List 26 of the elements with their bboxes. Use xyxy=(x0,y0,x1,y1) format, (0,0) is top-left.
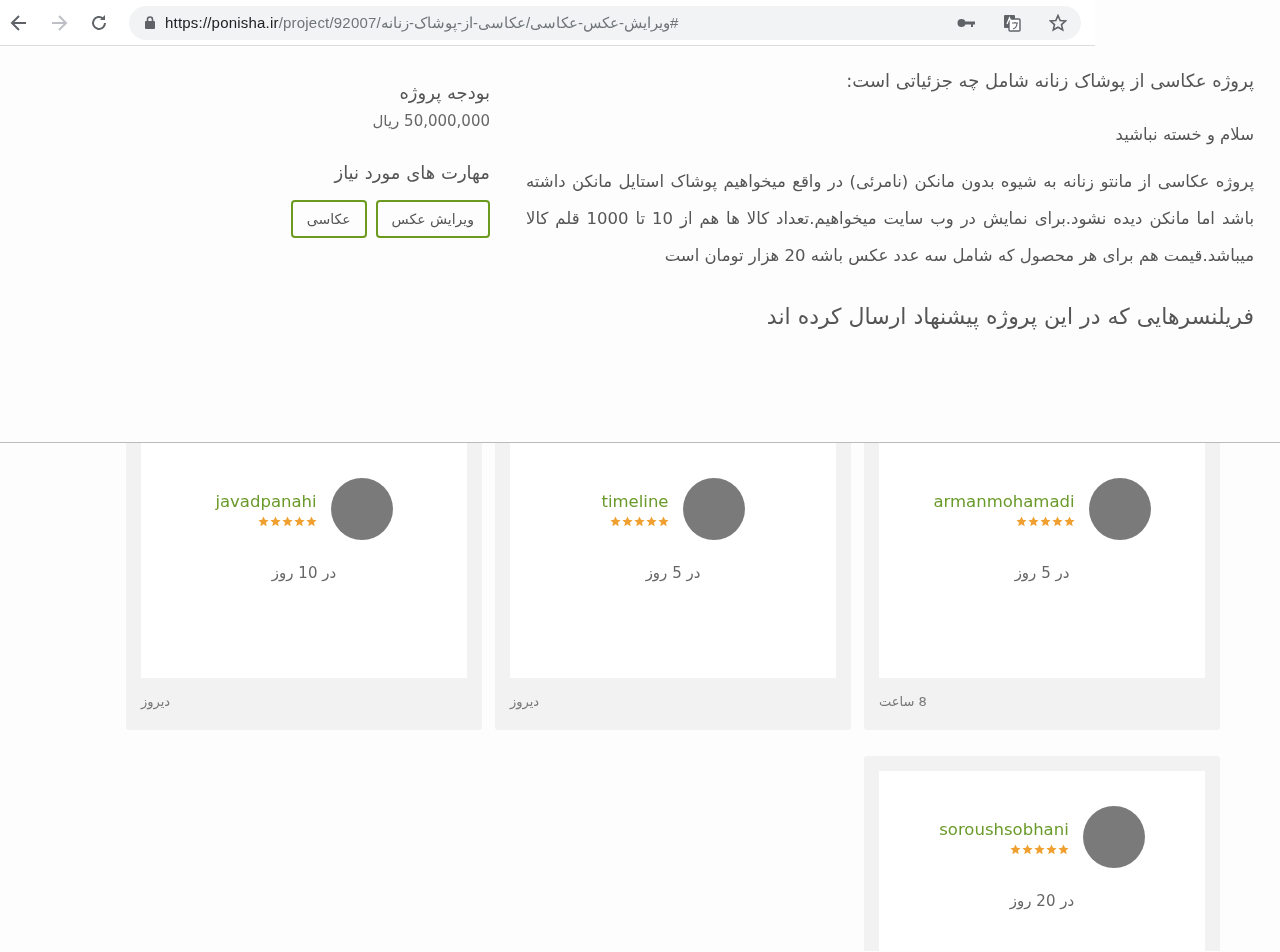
star-icon[interactable] xyxy=(1049,13,1067,32)
translate-icon[interactable] xyxy=(1003,13,1021,32)
description-text: پروژه عکاسی از مانتو زنانه به شیوه بدون مانکن (نامرئی) در واقع میخواهیم پوشاک استایل مانکن داشته باشد اما مانکن دیده نشود.برای نمایش در وب سایت میخواهیم.تعداد کالا ها هم از 10 تا 1000 قلم کالا میباشد.قیمت هم برای هر محصول که شامل سه عدد عکس باشه 20 هزار تومان است xyxy=(526,171,1254,268)
delivery-time: در 5 روز xyxy=(644,564,702,582)
budget-amount: 50,000,000 ریال xyxy=(371,112,490,130)
greeting-text: سلام و خسته نباشید xyxy=(1114,124,1254,147)
section-heading: فریلنسرهایی که در این پروژه پیشنهاد ارسال کرده اند xyxy=(765,303,1254,332)
skill-tag[interactable]: عکاسی xyxy=(290,200,367,238)
posted-time: دیروز xyxy=(141,693,171,709)
username-link[interactable]: timeline xyxy=(601,491,669,513)
skills-heading: مهارت های مورد نیاز xyxy=(332,161,490,186)
back-icon[interactable] xyxy=(9,12,29,33)
key-icon[interactable] xyxy=(957,17,975,28)
skill-tag[interactable]: ویرایش عکس xyxy=(375,200,490,238)
delivery-time: در 5 روز xyxy=(1013,564,1071,582)
budget-heading: بودجه پروژه xyxy=(398,81,490,106)
posted-time: 8 ساعت xyxy=(879,693,927,709)
forward-icon xyxy=(49,12,69,33)
delivery-time: در 20 روز xyxy=(1008,892,1076,910)
username-link[interactable]: armanmohamadi xyxy=(933,491,1075,513)
posted-time: دیروز xyxy=(510,693,540,709)
username-link[interactable]: soroushsobhani xyxy=(939,819,1069,841)
delivery-time: در 10 روز xyxy=(270,564,338,582)
lock-icon xyxy=(145,16,155,29)
section-heading: پروژه عکاسی از پوشاک زنانه شامل چه جزئیاتی است: xyxy=(845,69,1254,94)
username-link[interactable]: javadpanahi xyxy=(215,491,317,513)
